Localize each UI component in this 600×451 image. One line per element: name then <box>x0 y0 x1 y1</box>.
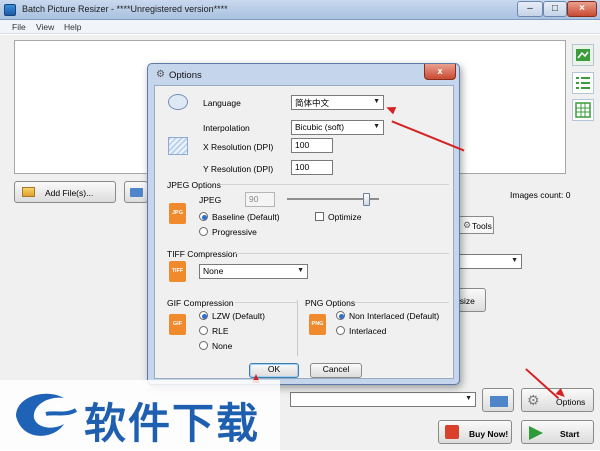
y-resolution-input[interactable]: 100 <box>291 160 333 175</box>
window-title: Batch Picture Resizer - ****Unregistered… <box>22 4 228 14</box>
baseline-label: Baseline (Default) <box>212 212 280 222</box>
tiff-file-icon: TIFF <box>169 261 186 282</box>
tiff-compression-select[interactable]: None ▼ <box>199 264 308 279</box>
lzw-radio[interactable] <box>199 311 208 320</box>
details-view-button[interactable] <box>572 99 594 121</box>
add-files-button[interactable]: Add File(s)... <box>14 181 116 203</box>
png-file-icon: PNG <box>309 314 326 335</box>
gif-none-label: None <box>212 341 233 351</box>
group-divider <box>297 300 298 356</box>
tab-tools[interactable]: ⚙ Tools <box>458 216 494 234</box>
minimize-button[interactable]: – <box>517 1 543 17</box>
interlaced-label: Interlaced <box>349 326 387 336</box>
list-view-icon <box>576 77 590 89</box>
tiff-group-title: TIFF Compression <box>167 249 238 259</box>
non-interlaced-label: Non Interlaced (Default) <box>349 311 440 321</box>
x-resolution-label: X Resolution (DPI) <box>203 142 274 152</box>
baseline-radio[interactable] <box>199 212 208 221</box>
optimize-checkbox[interactable] <box>315 212 324 221</box>
jpeg-quality-slider-thumb[interactable] <box>363 193 370 206</box>
grid-view-icon <box>575 102 591 118</box>
browse-output-button[interactable] <box>482 388 514 412</box>
resolution-icon <box>168 137 188 155</box>
dialog-title: Options <box>169 70 202 81</box>
language-select[interactable]: 简体中文 ▼ <box>291 95 384 110</box>
lzw-label: LZW (Default) <box>212 311 265 321</box>
interlaced-radio[interactable] <box>336 326 345 335</box>
jpg-file-icon: JPG <box>169 203 186 224</box>
cancel-button[interactable]: Cancel <box>310 363 362 378</box>
folder-icon <box>490 396 508 407</box>
gear-icon: ⚙ <box>527 392 540 408</box>
watermark-text: 软件下载 <box>84 399 261 448</box>
folder-icon <box>130 188 143 197</box>
menu-bar <box>0 20 600 34</box>
interpolation-select[interactable]: Bicubic (soft) ▼ <box>291 120 384 135</box>
language-label: Language <box>203 98 241 108</box>
non-interlaced-radio[interactable] <box>336 311 345 320</box>
tiff-group-line <box>235 253 449 254</box>
menu-view[interactable]: View <box>36 22 54 32</box>
rle-radio[interactable] <box>199 326 208 335</box>
images-count: Images count: 0 <box>510 190 571 200</box>
jpeg-group-line <box>221 184 449 185</box>
png-group-line <box>355 302 449 303</box>
jpeg-quality-slider[interactable] <box>287 193 379 206</box>
optimize-label: Optimize <box>328 212 362 222</box>
progressive-label: Progressive <box>212 227 257 237</box>
start-button[interactable]: Start <box>521 420 594 444</box>
rle-label: RLE <box>212 326 229 336</box>
interpolation-label: Interpolation <box>203 123 250 133</box>
output-folder-combo[interactable]: ▼ <box>290 392 476 407</box>
chart-view-icon <box>576 49 590 61</box>
jpeg-label: JPEG <box>199 195 222 205</box>
jpeg-group-title: JPEG Options <box>167 180 221 190</box>
png-group-title: PNG Options <box>305 298 356 308</box>
jpeg-quality-input[interactable]: 90 <box>245 192 275 207</box>
maximize-button[interactable]: □ <box>543 1 567 17</box>
menu-file[interactable]: File <box>12 22 26 32</box>
gear-icon: ⚙ <box>156 69 165 80</box>
app-icon <box>4 4 16 16</box>
thumbnail-view-button[interactable] <box>572 44 594 66</box>
right-panel-combo[interactable]: ▼ <box>458 254 522 269</box>
x-resolution-input[interactable]: 100 <box>291 138 333 153</box>
language-icon <box>168 94 188 110</box>
list-view-button[interactable] <box>572 72 594 94</box>
buy-now-button[interactable]: Buy Now! <box>438 420 512 444</box>
close-window-button[interactable]: × <box>567 1 597 17</box>
play-arrow-icon <box>529 426 543 440</box>
gear-icon: ⚙ <box>463 220 472 230</box>
y-resolution-label: Y Resolution (DPI) <box>203 164 274 174</box>
progressive-radio[interactable] <box>199 227 208 236</box>
dragon-logo-icon <box>16 393 78 436</box>
dialog-close-button[interactable]: x <box>424 64 456 80</box>
gif-none-radio[interactable] <box>199 341 208 350</box>
menu-help[interactable]: Help <box>64 22 81 32</box>
gif-group-line <box>235 302 297 303</box>
cart-icon <box>445 425 459 439</box>
picture-icon <box>22 187 35 197</box>
add-folder-button[interactable] <box>124 181 148 203</box>
gif-file-icon: GIF <box>169 314 186 335</box>
gif-group-title: GIF Compression <box>167 298 234 308</box>
options-dialog: ⚙ Options x Language 简体中文 ▼ Interpolation… <box>147 63 460 385</box>
